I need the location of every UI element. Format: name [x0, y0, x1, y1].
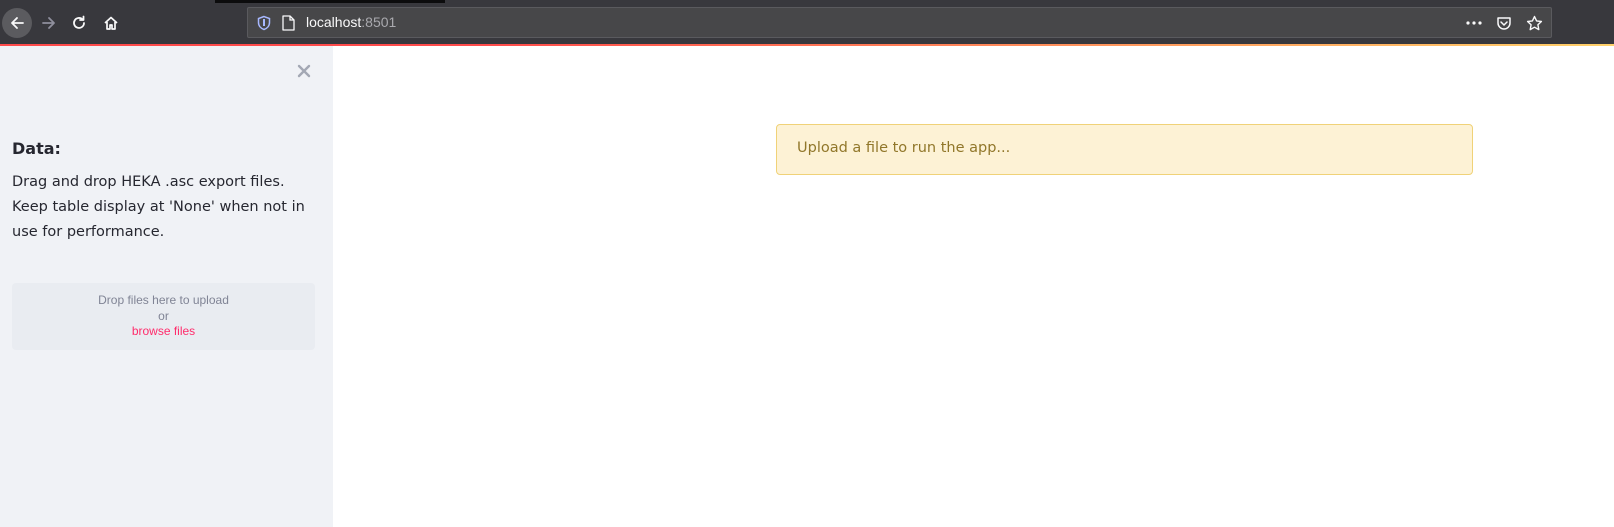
home-icon	[104, 16, 118, 30]
active-tab-indicator	[215, 0, 445, 3]
description-line-1: Drag and drop HEKA .asc export files.	[12, 174, 285, 190]
home-button[interactable]	[96, 8, 126, 38]
browse-files-link[interactable]: browse files	[12, 324, 315, 338]
reload-icon	[73, 15, 85, 29]
back-arrow-icon	[11, 17, 24, 29]
file-dropzone[interactable]: Drop files here to upload or browse file…	[12, 283, 315, 350]
url-actions	[1465, 13, 1543, 33]
description-line-2: Keep table display at 'None' when not in…	[12, 199, 305, 240]
sidebar: Data: Drag and drop HEKA .asc export fil…	[0, 46, 333, 527]
url-port: :8501	[361, 14, 397, 30]
forward-arrow-icon	[42, 17, 55, 29]
url-text[interactable]: localhost:8501	[306, 14, 396, 30]
forward-button[interactable]	[34, 8, 64, 38]
sidebar-title: Data:	[12, 139, 61, 158]
tracking-protection-shield-icon[interactable]	[256, 15, 272, 31]
close-icon	[297, 64, 311, 78]
sidebar-close-button[interactable]	[294, 62, 314, 82]
bookmark-star-icon[interactable]	[1525, 13, 1543, 33]
sidebar-description: Drag and drop HEKA .asc export files. Ke…	[12, 170, 312, 245]
warning-alert: Upload a file to run the app...	[776, 124, 1473, 175]
more-actions-icon[interactable]	[1465, 13, 1483, 33]
dropzone-instruction: Drop files here to upload	[98, 293, 229, 307]
url-host: localhost	[306, 14, 362, 30]
pocket-icon[interactable]	[1495, 13, 1513, 33]
page-info-icon[interactable]	[282, 15, 295, 31]
browser-toolbar: localhost:8501	[0, 0, 1614, 45]
url-bar[interactable]: localhost:8501	[247, 7, 1552, 38]
dropzone-or: or	[158, 309, 169, 323]
reload-button[interactable]	[64, 8, 94, 38]
back-button[interactable]	[2, 8, 32, 38]
alert-message: Upload a file to run the app...	[797, 140, 1011, 156]
